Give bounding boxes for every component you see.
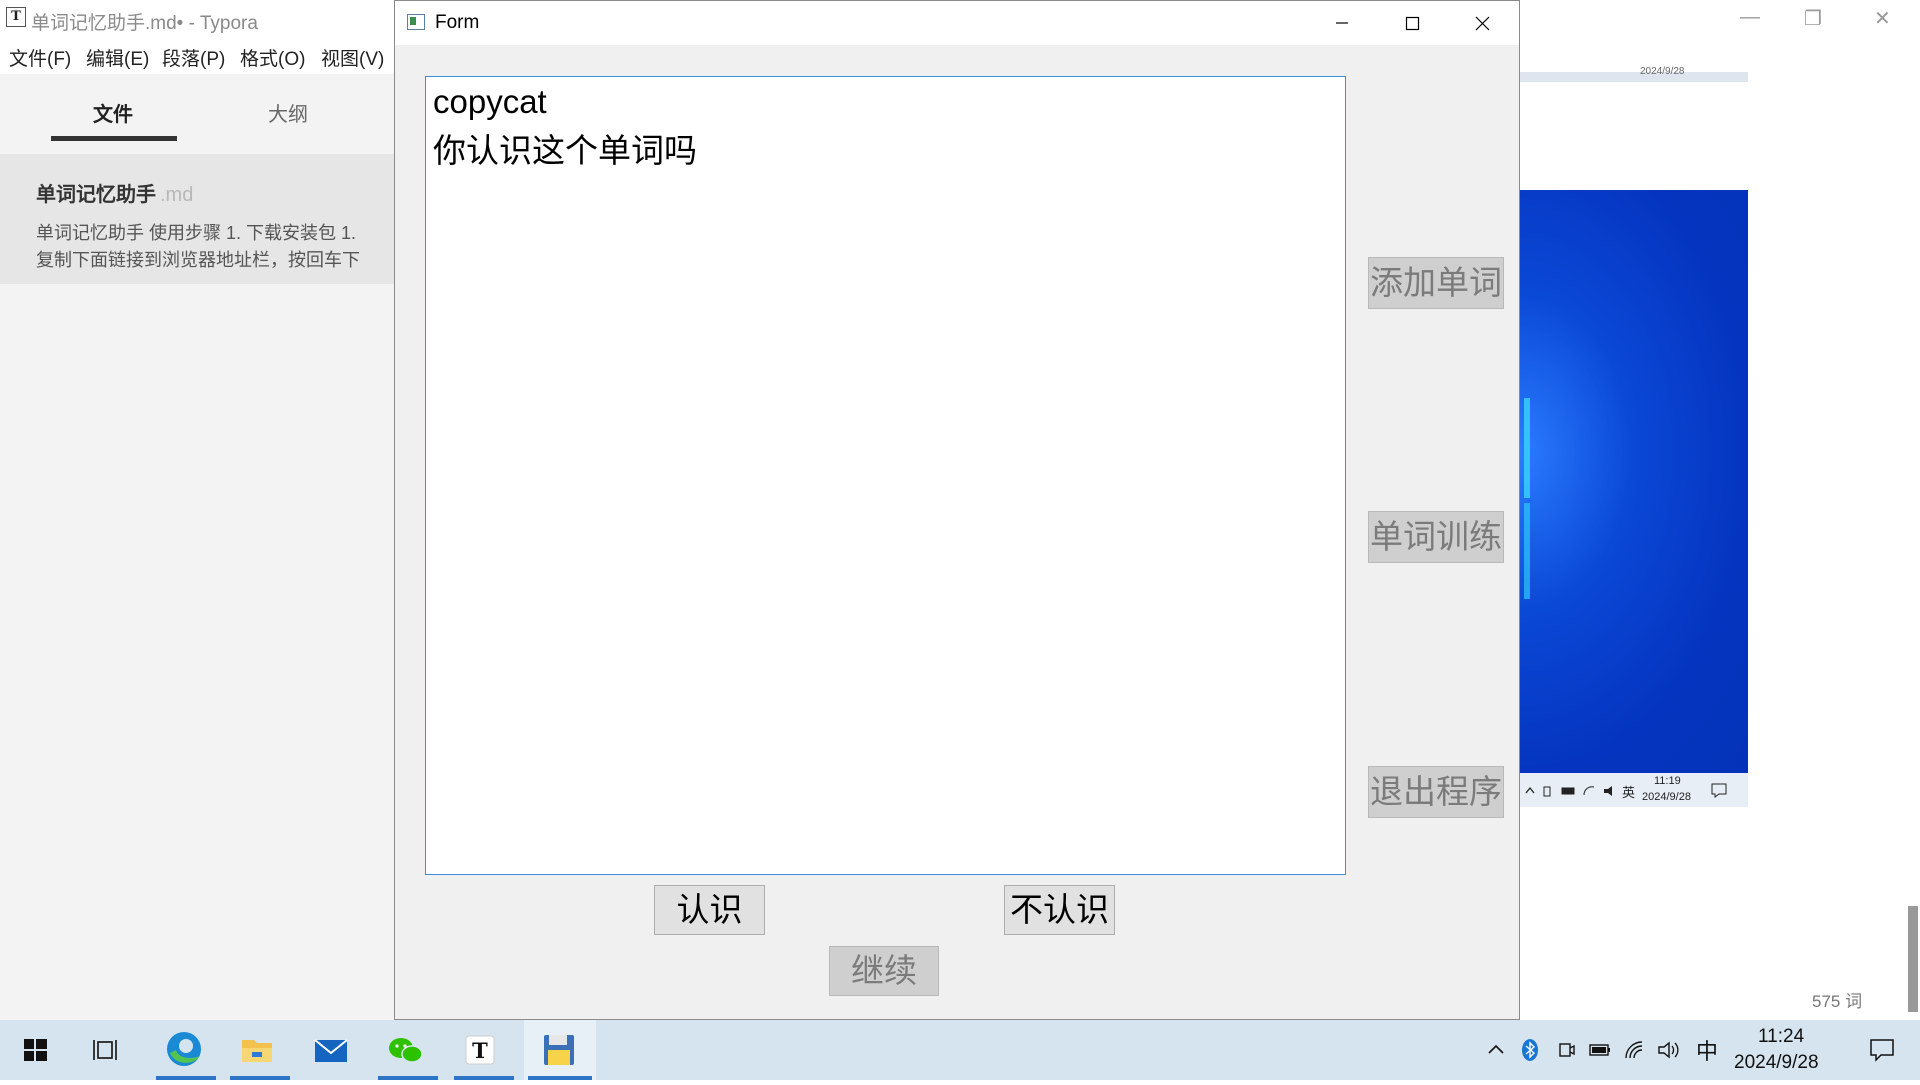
- running-indicator: [378, 1076, 438, 1080]
- word-display-textbox[interactable]: copycat 你认识这个单词吗: [425, 76, 1346, 875]
- question-prompt: 你认识这个单词吗: [433, 132, 697, 169]
- form-titlebar[interactable]: Form: [395, 1, 1519, 45]
- taskbar-wechat[interactable]: [370, 1020, 438, 1080]
- running-indicator: [528, 1076, 592, 1080]
- minimize-icon: [1336, 22, 1348, 24]
- windows-taskbar: T 中 11:24 2024/9/28: [0, 1020, 1920, 1080]
- mail-icon: [314, 1039, 348, 1062]
- form-window: Form copycat 你认识这个单词吗 添加单词 单词训练 退出程序 认识 …: [394, 0, 1520, 1020]
- add-word-button[interactable]: 添加单词: [1368, 257, 1504, 309]
- clock-time[interactable]: 11:24: [1758, 1026, 1804, 1048]
- screenshot-tray-icons: [1525, 786, 1612, 797]
- bluetooth-icon[interactable]: [1518, 1038, 1542, 1062]
- task-view-icon: [93, 1040, 117, 1060]
- taskbar-file-explorer[interactable]: [222, 1020, 290, 1080]
- screenshot-notification-icon: [1711, 783, 1727, 798]
- file-preview-line-1: 单词记忆助手 使用步骤 1. 下载安装包 1.: [36, 223, 357, 243]
- typora-window-title: 单词记忆助手.md• - Typora: [31, 13, 258, 34]
- running-indicator: [454, 1076, 514, 1080]
- file-preview-line-2: 复制下面链接到浏览器地址栏，按回车下: [36, 250, 360, 270]
- svg-text:T: T: [472, 1038, 488, 1063]
- screenshot-top-strip: [1520, 72, 1748, 82]
- running-indicator: [156, 1076, 216, 1080]
- wifi-icon[interactable]: [1622, 1038, 1646, 1062]
- menu-view[interactable]: 视图(V): [321, 44, 384, 71]
- typora-close-icon[interactable]: ✕: [1874, 6, 1891, 31]
- meet-now-icon[interactable]: [1554, 1038, 1578, 1062]
- form-app-icon-mark: [410, 17, 416, 25]
- file-list-item[interactable]: 单词记忆助手 .md 单词记忆助手 使用步骤 1. 下载安装包 1. 复制下面链接…: [0, 154, 394, 284]
- wallpaper-light-streak: [1524, 398, 1530, 498]
- typora-restore-icon[interactable]: ❐: [1804, 6, 1822, 31]
- typora-icon: T: [465, 1035, 495, 1065]
- folder-icon: [242, 1040, 272, 1062]
- ime-mode-indicator[interactable]: 中: [1696, 1034, 1718, 1066]
- taskbar-edge[interactable]: [148, 1020, 216, 1080]
- active-tab-underline: [51, 136, 177, 141]
- menu-format[interactable]: 格式(O): [240, 44, 305, 71]
- screenshot-desktop-wallpaper: [1520, 190, 1748, 773]
- menu-file[interactable]: 文件(F): [9, 44, 71, 71]
- tab-files[interactable]: 文件: [93, 98, 133, 127]
- battery-icon[interactable]: [1588, 1038, 1612, 1062]
- typora-scrollbar-thumb[interactable]: [1908, 906, 1918, 1012]
- task-view-button[interactable]: [74, 1020, 142, 1080]
- file-name: 单词记忆助手 .md: [36, 178, 193, 207]
- form-window-title: Form: [435, 12, 480, 33]
- screenshot-clock-time: 11:19: [1654, 775, 1681, 787]
- windows-logo-icon: [24, 1039, 47, 1061]
- taskbar-python-app[interactable]: [524, 1020, 596, 1080]
- tab-outline[interactable]: 大纲: [268, 98, 308, 127]
- wallpaper-light-streak: [1524, 503, 1530, 599]
- python-floppy-icon: [544, 1035, 574, 1065]
- menu-paragraph[interactable]: 段落(P): [162, 44, 225, 71]
- show-hidden-icons-chevron-icon[interactable]: [1484, 1038, 1508, 1062]
- screenshot-top-date: 2024/9/28: [1640, 66, 1685, 77]
- file-extension: .md: [160, 184, 194, 206]
- file-name-text: 单词记忆助手: [36, 184, 156, 206]
- running-indicator: [230, 1076, 290, 1080]
- know-button[interactable]: 认识: [654, 885, 765, 935]
- typora-minimize-icon[interactable]: —: [1740, 6, 1760, 29]
- screenshot-taskbar: 英 11:19 2024/9/28: [1520, 773, 1748, 807]
- wechat-icon: [389, 1038, 423, 1063]
- close-button[interactable]: [1447, 1, 1517, 45]
- taskbar-typora[interactable]: T: [446, 1020, 514, 1080]
- start-button[interactable]: [2, 1020, 70, 1080]
- minimize-button[interactable]: [1307, 1, 1377, 45]
- notification-center-icon[interactable]: [1868, 1036, 1896, 1064]
- continue-button[interactable]: 继续: [829, 946, 939, 996]
- typora-app-icon: T: [6, 7, 26, 27]
- close-icon: [1475, 16, 1490, 31]
- current-word: copycat: [433, 83, 547, 120]
- edge-browser-icon: [167, 1032, 201, 1066]
- maximize-button[interactable]: [1377, 1, 1447, 45]
- maximize-icon: [1405, 16, 1420, 31]
- typora-sidebar: 文件 大纲 单词记忆助手 .md 单词记忆助手 使用步骤 1. 下载安装包 1. …: [0, 74, 394, 1020]
- word-count[interactable]: 575 词: [1812, 987, 1862, 1012]
- clock-date[interactable]: 2024/9/28: [1734, 1052, 1819, 1074]
- dont-know-button[interactable]: 不认识: [1004, 885, 1115, 935]
- system-tray: 中 11:24 2024/9/28: [1480, 1020, 1920, 1080]
- menu-edit[interactable]: 编辑(E): [86, 44, 149, 71]
- screenshot-clock-date: 2024/9/28: [1642, 791, 1691, 803]
- screenshot-ime: 英: [1622, 785, 1636, 800]
- taskbar-mail[interactable]: [296, 1020, 364, 1080]
- form-app-icon: [407, 14, 425, 30]
- volume-icon[interactable]: [1656, 1038, 1680, 1062]
- exit-program-button[interactable]: 退出程序: [1368, 766, 1504, 818]
- word-training-button[interactable]: 单词训练: [1368, 511, 1504, 563]
